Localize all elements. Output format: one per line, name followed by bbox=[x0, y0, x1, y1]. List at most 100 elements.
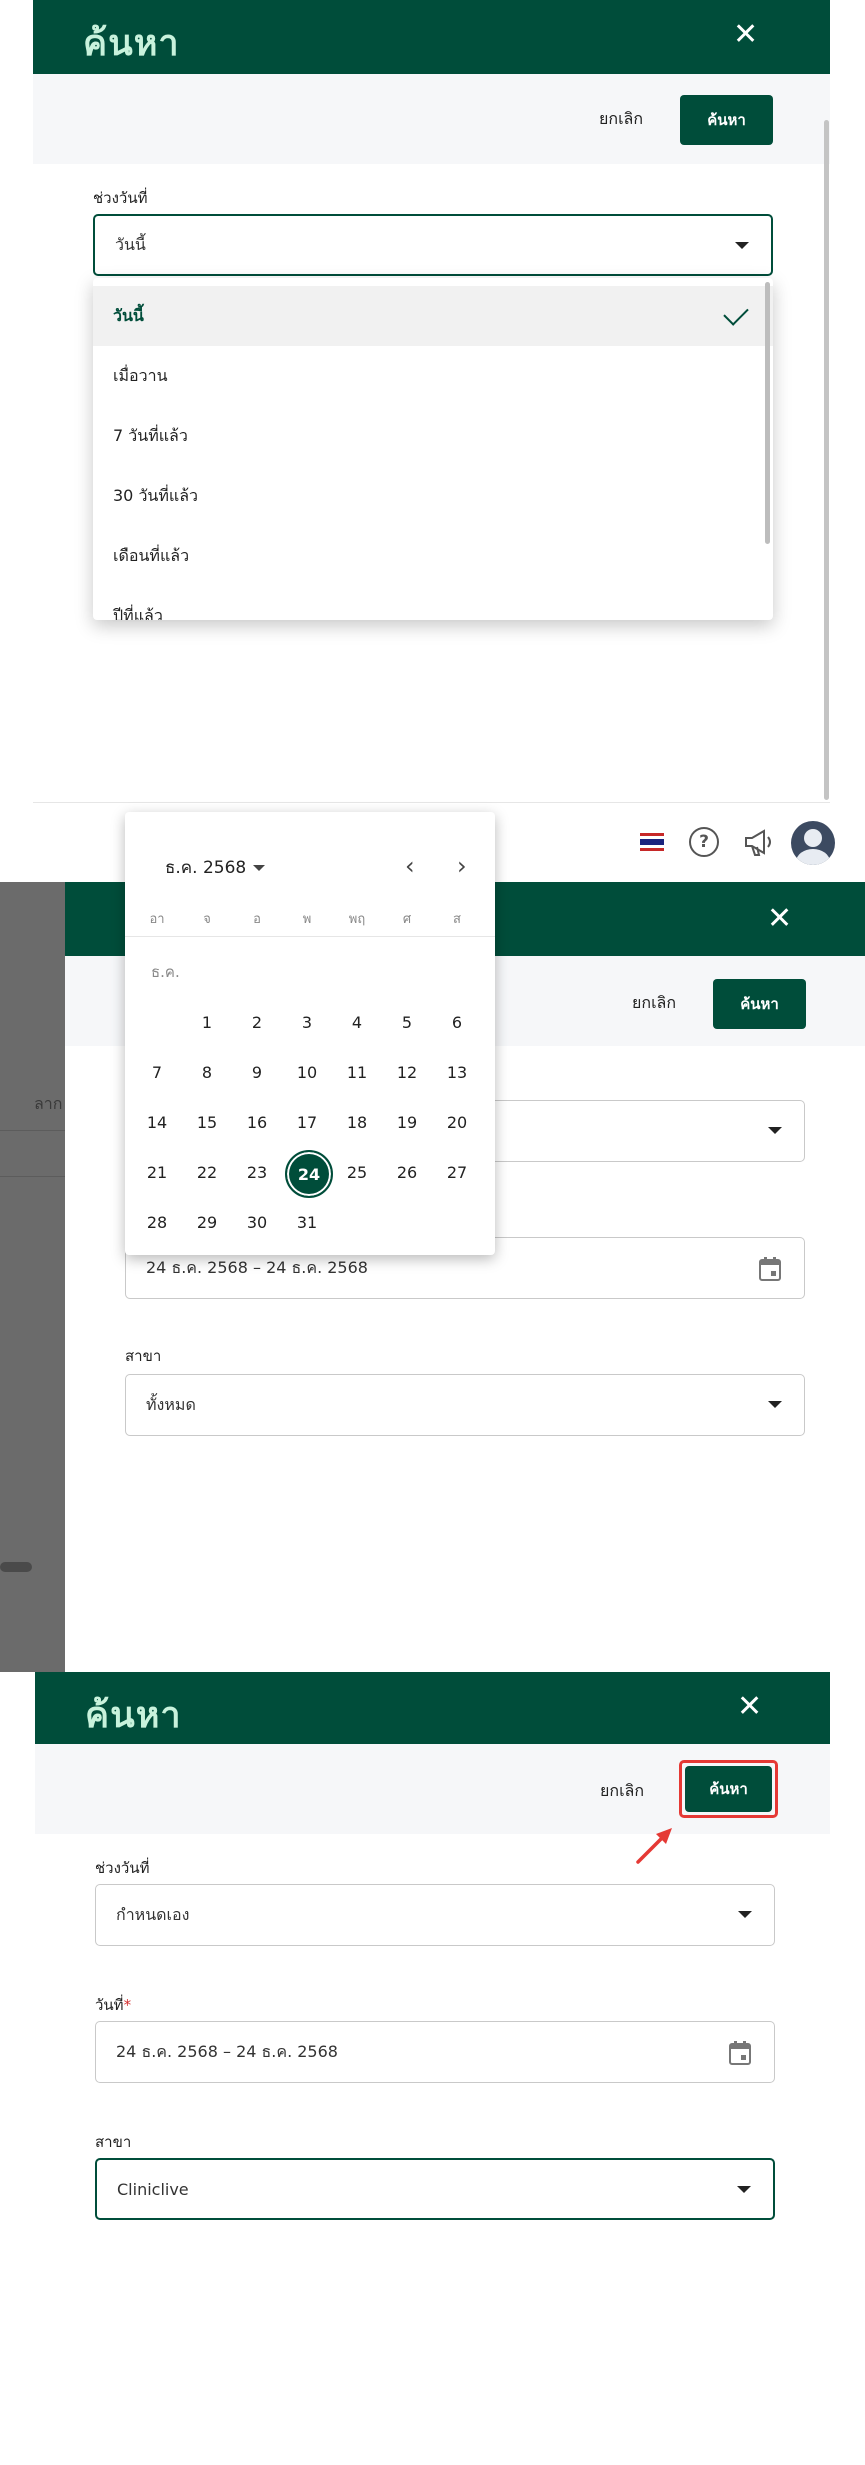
calendar-day[interactable]: 16 bbox=[235, 1100, 279, 1144]
arrow-icon bbox=[636, 1828, 672, 1864]
panel3-branch-label: สาขา bbox=[95, 2133, 132, 2151]
panel1-search-button[interactable]: ค้นหา bbox=[680, 95, 773, 145]
panel3-date-field[interactable]: 24 ธ.ค. 2568 – 24 ธ.ค. 2568 bbox=[95, 2021, 775, 2083]
background-text: ลาก bbox=[34, 1094, 63, 1113]
menu-scrollbar[interactable] bbox=[765, 282, 770, 544]
thai-flag-icon[interactable] bbox=[640, 833, 664, 851]
panel1-cancel-button[interactable]: ยกเลิก bbox=[599, 107, 643, 132]
calendar-weekday: ศ bbox=[402, 912, 412, 927]
panel1-right-scrollbar[interactable] bbox=[824, 120, 829, 800]
background-divider bbox=[0, 1176, 65, 1177]
panel3-date-range-value: กำหนดเอง bbox=[116, 1904, 190, 1924]
chevron-down-icon bbox=[737, 2186, 751, 2193]
calendar-day[interactable]: 13 bbox=[435, 1050, 479, 1094]
panel2-date-value: 24 ธ.ค. 2568 – 24 ธ.ค. 2568 bbox=[146, 1257, 368, 1277]
calendar-day[interactable]: 5 bbox=[385, 1000, 429, 1044]
panel1-title: ค้นหา bbox=[83, 23, 180, 64]
calendar-day[interactable]: 21 bbox=[135, 1150, 179, 1194]
calendar-day[interactable]: 19 bbox=[385, 1100, 429, 1144]
menu-item-label: เดือนที่แล้ว bbox=[113, 545, 190, 565]
required-mark: * bbox=[123, 1996, 132, 2014]
calendar-weekday: อ bbox=[253, 912, 261, 927]
avatar-icon[interactable] bbox=[791, 821, 835, 865]
background-scroll-thumb bbox=[0, 1562, 32, 1572]
menu-item-yesterday[interactable]: เมื่อวาน bbox=[93, 346, 773, 406]
calendar-day[interactable]: 1 bbox=[185, 1000, 229, 1044]
calendar-day[interactable]: 7 bbox=[135, 1050, 179, 1094]
caret-down-icon bbox=[253, 864, 266, 871]
calendar-day[interactable]: 6 bbox=[435, 1000, 479, 1044]
calendar-popup: ธ.ค. 2568 ‹ › อาจอพพฤศส ธ.ค. 1 2 3 4 5 6 7 8 9 10… bbox=[125, 812, 495, 1255]
menu-item-today[interactable]: วันนี้ bbox=[93, 286, 773, 346]
chevron-down-icon bbox=[768, 1401, 782, 1408]
calendar-day[interactable]: 2 bbox=[235, 1000, 279, 1044]
panel3-date-range-select[interactable]: กำหนดเอง bbox=[95, 1884, 775, 1946]
panel3-branch-value: Cliniclive bbox=[117, 2179, 189, 2199]
panel3-close-icon[interactable]: ✕ bbox=[737, 1692, 762, 1722]
chevron-left-icon[interactable]: ‹ bbox=[405, 852, 415, 880]
panel1-close-icon[interactable]: ✕ bbox=[733, 20, 758, 50]
calendar-day[interactable]: 30 bbox=[235, 1200, 279, 1244]
calendar-day[interactable]: 8 bbox=[185, 1050, 229, 1094]
menu-item-label: 30 วันที่แล้ว bbox=[113, 485, 199, 505]
panel1-header: ค้นหา ✕ bbox=[33, 0, 830, 74]
panel1-date-range-menu: วันนี้ เมื่อวาน 7 วันที่แล้ว 30 วันที่แล… bbox=[93, 278, 773, 620]
calendar-day[interactable]: 22 bbox=[185, 1150, 229, 1194]
calendar-weekday: จ bbox=[203, 912, 211, 927]
menu-item-label: 7 วันที่แล้ว bbox=[113, 425, 188, 445]
panel1-date-range-value: วันนี้ bbox=[115, 234, 146, 254]
panel1-date-range-label: ช่วงวันที่ bbox=[93, 189, 148, 207]
calendar-day-selected[interactable]: 24 bbox=[285, 1150, 333, 1198]
calendar-day[interactable]: 28 bbox=[135, 1200, 179, 1244]
calendar-day[interactable]: 25 bbox=[335, 1150, 379, 1194]
menu-item-7-days[interactable]: 7 วันที่แล้ว bbox=[93, 406, 773, 466]
calendar-month-selector[interactable]: ธ.ค. 2568 bbox=[165, 854, 266, 881]
calendar-day[interactable]: 27 bbox=[435, 1150, 479, 1194]
menu-item-30-days[interactable]: 30 วันที่แล้ว bbox=[93, 466, 773, 526]
menu-item-last-year[interactable]: ปีที่แล้ว bbox=[93, 586, 773, 621]
menu-item-label: วันนี้ bbox=[113, 305, 144, 325]
panel2-branch-value: ทั้งหมด bbox=[146, 1394, 196, 1414]
panel3-date-value: 24 ธ.ค. 2568 – 24 ธ.ค. 2568 bbox=[116, 2041, 338, 2061]
calendar-icon[interactable] bbox=[728, 2040, 752, 2066]
panel3-search-button[interactable]: ค้นหา bbox=[685, 1766, 772, 1812]
calendar-day[interactable]: 26 bbox=[385, 1150, 429, 1194]
panel2-search-button[interactable]: ค้นหา bbox=[713, 979, 806, 1029]
panel1-date-range-select[interactable]: วันนี้ bbox=[93, 214, 773, 276]
calendar-day[interactable]: 29 bbox=[185, 1200, 229, 1244]
panel3-date-range-label: ช่วงวันที่ bbox=[95, 1859, 150, 1877]
calendar-day[interactable]: 14 bbox=[135, 1100, 179, 1144]
chevron-down-icon bbox=[735, 242, 749, 249]
panel2-branch-label: สาขา bbox=[125, 1347, 162, 1365]
panel1-action-bar: ยกเลิก ค้นหา bbox=[33, 74, 830, 164]
calendar-day[interactable]: 9 bbox=[235, 1050, 279, 1094]
panel3-cancel-button[interactable]: ยกเลิก bbox=[600, 1779, 644, 1804]
chevron-down-icon bbox=[738, 1911, 752, 1918]
calendar-day[interactable]: 12 bbox=[385, 1050, 429, 1094]
panel3-title: ค้นหา bbox=[85, 1695, 182, 1736]
calendar-day[interactable]: 23 bbox=[235, 1150, 279, 1194]
panel2-branch-select[interactable]: ทั้งหมด bbox=[125, 1374, 805, 1436]
calendar-day[interactable]: 11 bbox=[335, 1050, 379, 1094]
menu-item-last-month[interactable]: เดือนที่แล้ว bbox=[93, 526, 773, 586]
megaphone-icon[interactable] bbox=[742, 826, 776, 858]
calendar-day[interactable]: 17 bbox=[285, 1100, 329, 1144]
help-icon[interactable]: ? bbox=[689, 827, 719, 857]
menu-item-label: เมื่อวาน bbox=[113, 365, 168, 385]
calendar-day[interactable]: 4 bbox=[335, 1000, 379, 1044]
chevron-right-icon[interactable]: › bbox=[457, 852, 467, 880]
panel2-close-icon[interactable]: ✕ bbox=[767, 904, 792, 934]
calendar-icon[interactable] bbox=[758, 1256, 782, 1282]
calendar-day[interactable]: 3 bbox=[285, 1000, 329, 1044]
calendar-day[interactable]: 10 bbox=[285, 1050, 329, 1094]
panel3-branch-select[interactable]: Cliniclive bbox=[95, 2158, 775, 2220]
calendar-weekday: อา bbox=[149, 912, 165, 927]
calendar-day[interactable]: 18 bbox=[335, 1100, 379, 1144]
panel3-action-bar: ยกเลิก ค้นหา bbox=[35, 1744, 830, 1834]
calendar-day[interactable]: 31 bbox=[285, 1200, 329, 1244]
background-divider bbox=[0, 1130, 65, 1131]
panel2-cancel-button[interactable]: ยกเลิก bbox=[632, 991, 676, 1016]
calendar-day[interactable]: 20 bbox=[435, 1100, 479, 1144]
calendar-day[interactable]: 15 bbox=[185, 1100, 229, 1144]
panel2-background-overlay: ลาก bbox=[0, 882, 65, 1672]
